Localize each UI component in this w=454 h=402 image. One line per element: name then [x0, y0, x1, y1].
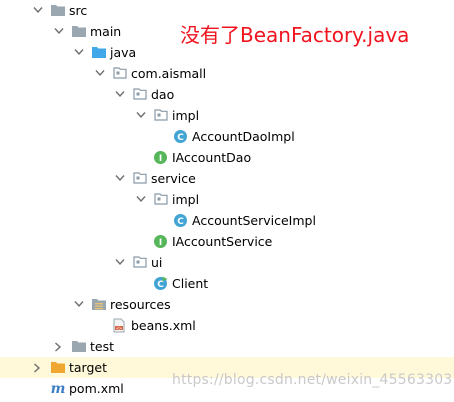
tree-item-label: pom.xml: [69, 381, 124, 396]
package-icon: [132, 87, 148, 102]
expand-arrow-down-icon[interactable]: [115, 168, 125, 189]
svg-text:C: C: [177, 133, 184, 143]
svg-text:I: I: [159, 238, 162, 248]
xml-file-icon: <>: [112, 318, 128, 333]
excluded-folder-icon: [50, 360, 66, 375]
tree-row[interactable]: impl: [0, 105, 454, 126]
tree-item-label: AccountDaoImpl: [192, 129, 295, 144]
tree-item-label: IAccountDao: [172, 150, 252, 165]
tree-row[interactable]: dao: [0, 84, 454, 105]
expand-arrow-down-icon[interactable]: [33, 0, 43, 21]
source-folder-icon: [91, 45, 107, 60]
expand-arrow-down-icon[interactable]: [115, 252, 125, 273]
resources-folder-icon: [91, 297, 107, 312]
tree-item-label: IAccountService: [172, 234, 273, 249]
annotation-text: 没有了BeanFactory.java: [180, 23, 410, 47]
tree-row[interactable]: C AccountServiceImpl: [0, 210, 454, 231]
tree-row[interactable]: com.aismall: [0, 63, 454, 84]
tree-item-label: impl: [172, 108, 200, 123]
expand-arrow-down-icon[interactable]: [136, 189, 146, 210]
folder-icon: [71, 339, 87, 354]
expand-arrow-right-icon[interactable]: [33, 357, 43, 378]
tree-item-label: Client: [172, 276, 209, 291]
package-icon: [112, 66, 128, 81]
watermark-text: https://blog.csdn.net/weixin_45563303: [172, 372, 453, 388]
tree-item-label: AccountServiceImpl: [192, 213, 316, 228]
tree-item-label: java: [110, 45, 137, 60]
tree-row[interactable]: ui: [0, 252, 454, 273]
tree-item-label: dao: [151, 87, 175, 102]
expand-arrow-right-icon[interactable]: [54, 336, 64, 357]
package-icon: [153, 192, 169, 207]
tree-item-label: src: [69, 3, 88, 18]
folder-icon: [50, 3, 66, 18]
tree-row[interactable]: <> beans.xml: [0, 315, 454, 336]
tree-item-label: com.aismall: [131, 66, 207, 81]
svg-text:m: m: [51, 381, 66, 396]
tree-row[interactable]: C Client: [0, 273, 454, 294]
tree-item-label: ui: [151, 255, 163, 270]
package-icon: [132, 255, 148, 270]
expand-arrow-down-icon[interactable]: [54, 21, 64, 42]
svg-text:C: C: [177, 217, 184, 227]
tree-item-label: resources: [110, 297, 171, 312]
tree-row[interactable]: test: [0, 336, 454, 357]
svg-text:<>: <>: [116, 326, 122, 330]
tree-row[interactable]: C AccountDaoImpl: [0, 126, 454, 147]
class-icon: C: [173, 213, 189, 228]
tree-row[interactable]: I IAccountDao: [0, 147, 454, 168]
tree-row[interactable]: I IAccountService: [0, 231, 454, 252]
tree-item-label: test: [90, 339, 115, 354]
interface-icon: I: [153, 150, 169, 165]
project-tree: m pom.xml target test <> beans.xml resources C C…: [0, 0, 454, 402]
interface-icon: I: [153, 234, 169, 249]
tree-row[interactable]: impl: [0, 189, 454, 210]
class-icon: C: [173, 129, 189, 144]
tree-row[interactable]: src: [0, 0, 454, 21]
expand-arrow-down-icon[interactable]: [115, 84, 125, 105]
svg-text:I: I: [159, 154, 162, 164]
maven-icon: m: [50, 381, 66, 396]
package-icon: [153, 108, 169, 123]
tree-row[interactable]: resources: [0, 294, 454, 315]
package-icon: [132, 171, 148, 186]
tree-item-label: target: [69, 360, 108, 375]
tree-item-label: beans.xml: [131, 318, 196, 333]
tree-item-label: service: [151, 171, 196, 186]
expand-arrow-down-icon[interactable]: [95, 63, 105, 84]
tree-item-label: main: [90, 24, 122, 39]
expand-arrow-down-icon[interactable]: [74, 42, 84, 63]
svg-text:C: C: [157, 280, 164, 290]
tree-item-label: impl: [172, 192, 200, 207]
expand-arrow-down-icon[interactable]: [74, 294, 84, 315]
folder-icon: [71, 24, 87, 39]
expand-arrow-down-icon[interactable]: [136, 105, 146, 126]
tree-row[interactable]: service: [0, 168, 454, 189]
runnable-class-icon: C: [153, 276, 169, 291]
